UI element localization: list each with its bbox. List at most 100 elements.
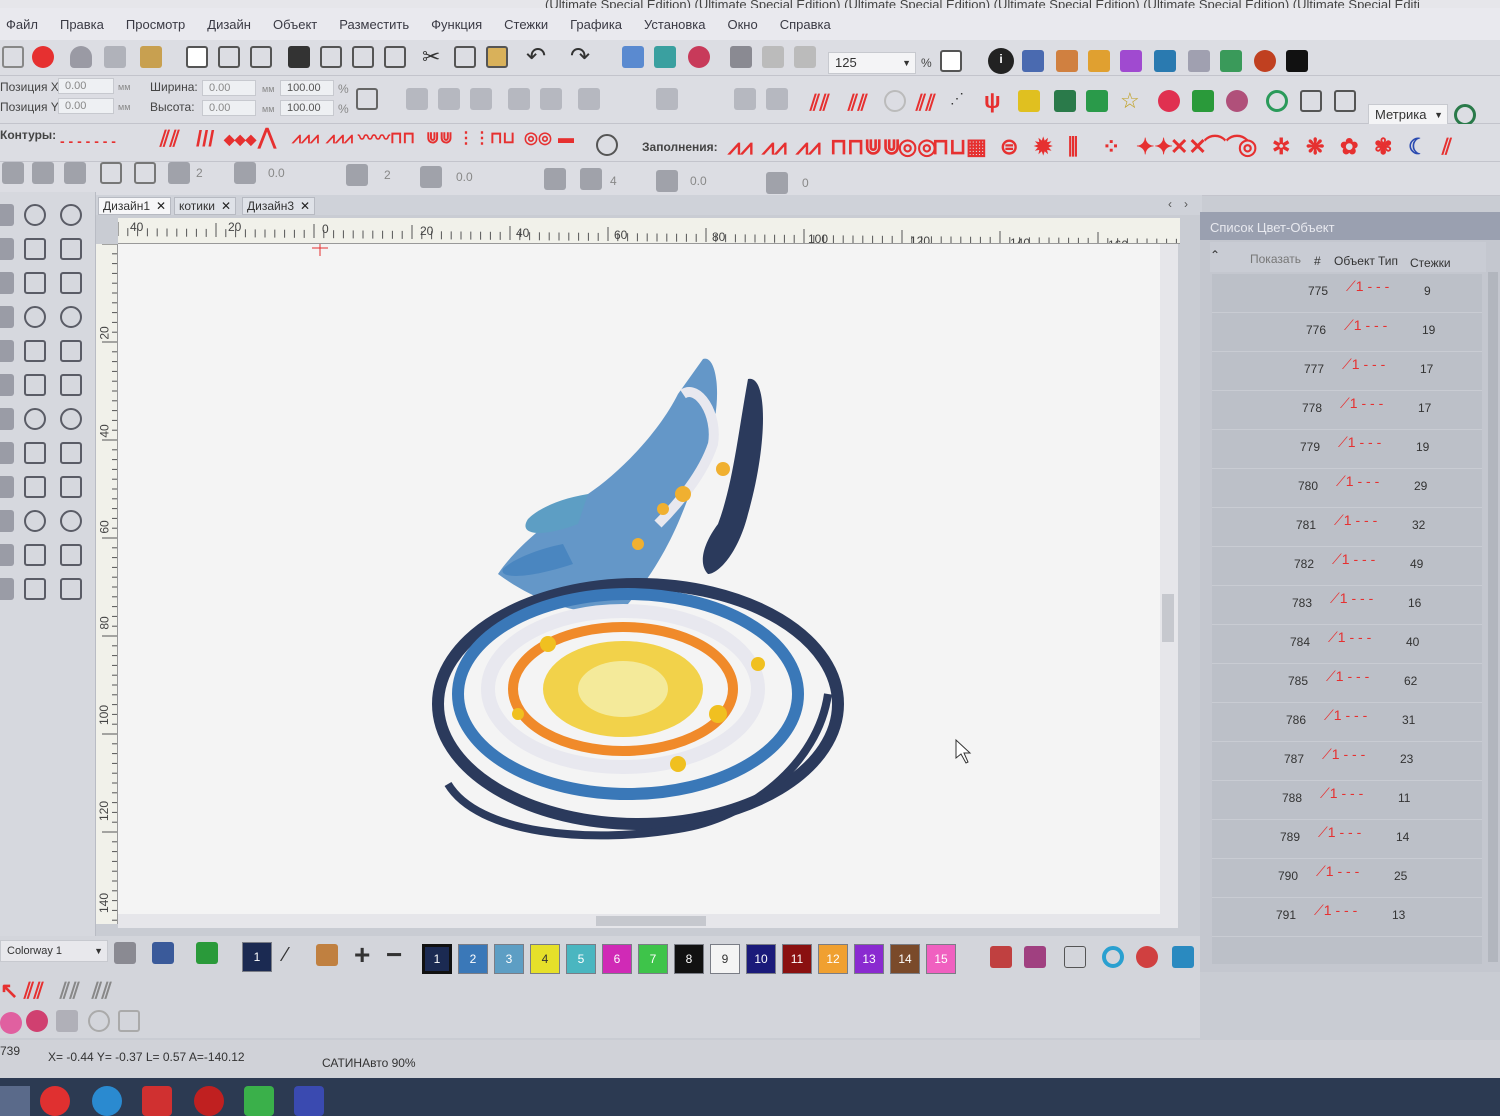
stitch-edit-2-icon[interactable]: ⫽⫽ <box>60 980 80 1002</box>
select-tool-icon[interactable] <box>24 204 46 226</box>
cross-fill-icon[interactable]: ✕✕ <box>1170 136 1207 158</box>
spacing-icon[interactable] <box>168 162 190 184</box>
tab-scroll-left-icon[interactable]: ‹ <box>1168 197 1172 211</box>
path-tool-icon[interactable] <box>24 476 46 498</box>
param-1[interactable]: 2 <box>196 166 203 180</box>
oval-fill-icon[interactable]: ⊜ <box>1000 136 1018 158</box>
undo-icon[interactable]: ↶ <box>526 45 548 69</box>
param-5[interactable]: 4 <box>610 174 617 188</box>
points-icon[interactable]: ⋰ <box>950 90 972 112</box>
e-stitch-contour-icon[interactable]: ⩘⩘⩘ <box>326 128 353 150</box>
grid-table-icon[interactable] <box>1300 90 1322 112</box>
star-icon[interactable]: ☆ <box>1120 90 1142 112</box>
print-icon[interactable] <box>352 46 374 68</box>
grid-icon[interactable] <box>1188 50 1210 72</box>
scale-y-field[interactable]: 100.00 <box>280 100 334 116</box>
arc-tool-icon[interactable] <box>24 374 46 396</box>
transform-icon[interactable] <box>734 88 756 110</box>
collapse-icon[interactable]: ⌃ <box>1210 248 1220 262</box>
stripe-fill-icon[interactable]: ⫼ <box>1068 136 1078 158</box>
save-icon[interactable] <box>288 46 310 68</box>
length-icon[interactable] <box>420 166 442 188</box>
blanket-contour-icon[interactable]: ⩘⩘⩘ <box>292 128 319 150</box>
rect-tool-icon[interactable] <box>60 272 82 294</box>
flower-fill-icon[interactable]: ✿ <box>1340 136 1358 158</box>
send-to-machine-icon[interactable] <box>622 46 644 68</box>
color-swatch[interactable]: 2 <box>458 944 488 974</box>
tab-scroll-right-icon[interactable]: › <box>1184 197 1188 211</box>
remove-color-icon[interactable]: − <box>386 941 408 969</box>
paste-icon[interactable] <box>486 46 508 68</box>
tatami-fill-icon[interactable]: ⫽ <box>1442 136 1452 158</box>
tab-design3[interactable]: Дизайн3 ✕ <box>242 197 316 215</box>
node-tool-icon[interactable] <box>24 578 46 600</box>
position-x-field[interactable]: 0.00 <box>58 78 114 94</box>
color-swatch[interactable]: 15 <box>926 944 956 974</box>
tab-kotiki[interactable]: котики ✕ <box>174 197 237 215</box>
underlay-icon[interactable] <box>544 168 566 190</box>
curve-tool-icon[interactable] <box>24 544 46 566</box>
stitch-player-3-icon[interactable] <box>794 46 816 68</box>
start-icon[interactable] <box>0 1086 30 1116</box>
menu-item[interactable]: Стежки <box>504 17 548 32</box>
param-2[interactable]: 0.0 <box>268 166 285 180</box>
satin-fill-icon[interactable]: ⩘⩘ <box>728 136 753 158</box>
crown-contour-icon[interactable]: ⋀ <box>258 126 276 148</box>
motif-contour-icon[interactable]: ◆◆◆ <box>224 128 256 150</box>
side-tool-icon[interactable] <box>0 272 14 294</box>
menu-item[interactable]: Функция <box>431 17 482 32</box>
side-tool-icon[interactable] <box>0 476 14 498</box>
angle-2-icon[interactable] <box>766 172 788 194</box>
list-item[interactable]: 776 ⟋1 - - - 19 <box>1212 313 1482 352</box>
menu-item[interactable]: Просмотр <box>126 17 185 32</box>
paint-bucket-icon[interactable] <box>316 944 338 966</box>
eyedropper-icon[interactable]: ⁄ <box>284 944 306 966</box>
list-item[interactable]: 781 ⟋1 - - - 32 <box>1212 508 1482 547</box>
mirror-h-icon[interactable] <box>406 88 428 110</box>
flower-2-icon[interactable] <box>26 1010 48 1032</box>
heart-tool-icon[interactable] <box>24 442 46 464</box>
copy-icon[interactable] <box>454 46 476 68</box>
sun-fill-icon[interactable]: ✹ <box>1034 136 1052 158</box>
open-file-icon[interactable] <box>250 46 272 68</box>
stars-tool-icon[interactable] <box>60 374 82 396</box>
column-fill-icon[interactable]: ⋓⋓ <box>864 136 901 158</box>
list-item[interactable]: 778 ⟋1 - - - 17 <box>1212 391 1482 430</box>
color-swatch[interactable]: 6 <box>602 944 632 974</box>
list-item[interactable]: 782 ⟋1 - - - 49 <box>1212 547 1482 586</box>
fill-tool-icon[interactable] <box>24 510 46 532</box>
rosette-fill-icon[interactable]: ✾ <box>1374 136 1392 158</box>
satin-stroke-icon[interactable]: ⫽⫽ <box>810 92 830 114</box>
menu-item[interactable]: Справка <box>780 17 831 32</box>
close-icon[interactable]: ✕ <box>300 199 310 213</box>
utorrent-icon[interactable] <box>244 1086 274 1116</box>
no-color-icon[interactable] <box>1064 946 1086 968</box>
triangle-tool-icon[interactable] <box>60 340 82 362</box>
corner-tool-icon[interactable] <box>60 544 82 566</box>
color-wheel-icon[interactable] <box>1102 946 1124 968</box>
zigzag-contour-icon[interactable]: /// <box>196 128 214 150</box>
grid-table-2-icon[interactable] <box>1334 90 1356 112</box>
zigzag-fill-icon[interactable]: ⩘⩘ <box>762 136 787 158</box>
list-item[interactable]: 780 ⟋1 - - - 29 <box>1212 469 1482 508</box>
select-stitch-icon[interactable]: ↖ <box>0 980 18 1002</box>
fork-icon[interactable]: ψ <box>984 90 1001 112</box>
horizontal-scrollbar[interactable] <box>118 914 1160 928</box>
list-item[interactable]: 791 ⟋1 - - - 13 <box>1212 898 1482 937</box>
wave-fill-icon[interactable]: ⩘⩘ <box>796 136 821 158</box>
loop-contour-icon[interactable]: ◎◎ <box>524 128 552 150</box>
frame-icon[interactable] <box>100 162 122 184</box>
height-field[interactable]: 0.00 <box>202 100 256 116</box>
vertical-scrollbar[interactable] <box>1160 244 1178 928</box>
scrollbar-thumb[interactable] <box>596 916 706 926</box>
param-4[interactable]: 0.0 <box>456 170 473 184</box>
frame-contour-icon[interactable]: ⊓⊓ <box>390 128 415 150</box>
list-item[interactable]: 783 ⟋1 - - - 16 <box>1212 586 1482 625</box>
design-properties-icon[interactable] <box>1022 50 1044 72</box>
new-file-icon[interactable] <box>186 46 208 68</box>
side-tool-icon[interactable] <box>0 510 14 532</box>
ellipse-tool-icon[interactable] <box>24 306 46 328</box>
units-select[interactable]: Метрика ▼ <box>1368 104 1448 126</box>
color-swatch[interactable]: 11 <box>782 944 812 974</box>
open-folder-icon[interactable] <box>218 46 240 68</box>
